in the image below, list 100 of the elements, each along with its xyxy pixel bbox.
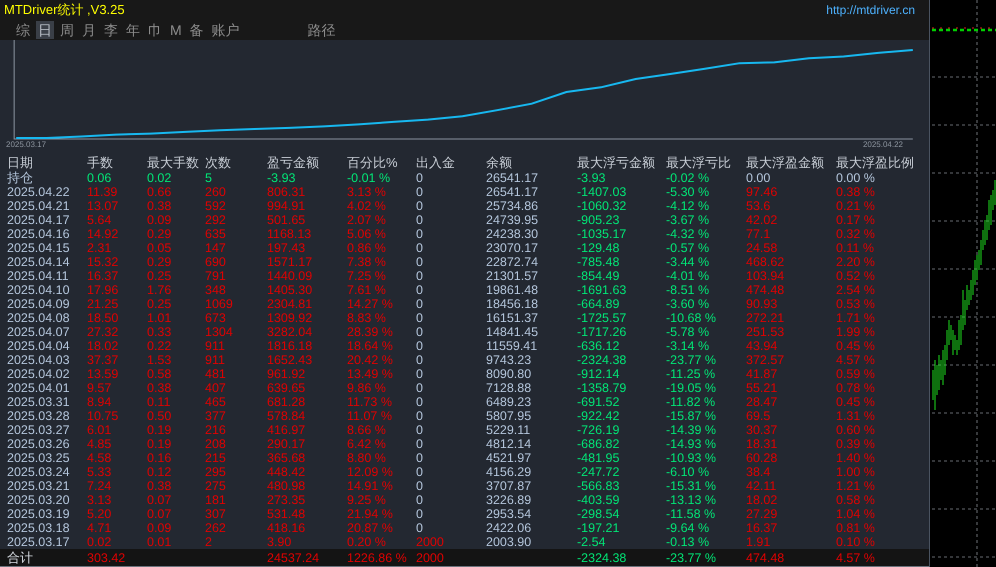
table-cell-text: 24238.30	[486, 227, 540, 241]
table-cell-text: 0	[416, 451, 424, 465]
table-cell-text: 77.1	[746, 227, 772, 241]
table-cell-text: 0	[416, 339, 424, 353]
website-link[interactable]: http://mtdriver.cn	[826, 3, 915, 17]
table-cell-text: 8.94	[87, 395, 112, 409]
table-cell-text: 14.92	[87, 227, 120, 241]
table-cell-text: 28.39 %	[347, 325, 394, 339]
tab[interactable]: 综	[14, 21, 32, 39]
table-cell-text: 0.07	[147, 493, 172, 507]
table-cell-text: 480.98	[267, 479, 306, 493]
column-header: 最大浮盈金额	[746, 154, 825, 170]
table-cell-text: -0.13 %	[666, 535, 710, 549]
table-cell-text: -3.44 %	[666, 255, 710, 269]
table-cell-text: 14.27 %	[347, 297, 394, 311]
table-cell-text: 578.84	[267, 409, 306, 423]
table-cell-text: 0.06	[87, 171, 112, 185]
table-cell-text: 0.02	[87, 535, 112, 549]
table-cell-text: 2025.03.25	[7, 451, 71, 465]
table-cell-text: 0	[416, 507, 424, 521]
table-cell-text: 7.38 %	[347, 255, 387, 269]
table-cell-text: 69.5	[746, 409, 772, 423]
table-cell-text: 0	[416, 325, 424, 339]
table-cell-text: 418.16	[267, 521, 306, 535]
table-cell-text: 18.31	[746, 437, 778, 451]
table-cell-text: -14.39 %	[666, 423, 718, 437]
table-cell-text: 690	[205, 255, 227, 269]
tab[interactable]: 李	[102, 21, 120, 39]
table-cell-text: 14.91 %	[347, 479, 394, 493]
table-cell-text: 407	[205, 381, 227, 395]
column-header: 最大浮盈比例	[836, 154, 915, 170]
tab[interactable]: 年	[124, 21, 142, 39]
tab[interactable]: 备	[188, 21, 206, 39]
table-cell-text: 806.31	[267, 185, 306, 199]
table-cell-text: -691.52	[577, 395, 620, 409]
table-cell-text: 2.54 %	[836, 283, 876, 297]
table-cell-text: 1571.17	[267, 255, 314, 269]
table-cell-text: 0.07	[147, 507, 172, 521]
table-cell-text: 0.58 %	[836, 493, 876, 507]
table-cell-text: 290.17	[267, 437, 306, 451]
table-cell-text: 531.48	[267, 507, 306, 521]
table-cell-text: 4.02 %	[347, 199, 387, 213]
tab[interactable]: 日	[36, 21, 54, 39]
table-cell-text: -1691.63	[577, 283, 628, 297]
table-cell-text: 0.38	[147, 479, 172, 493]
table-cell-text: 8.80 %	[347, 451, 387, 465]
table-cell-text: 2025.03.18	[7, 521, 71, 535]
table-cell-text: -2324.38	[577, 353, 628, 367]
table-cell-text: 474.48	[746, 283, 786, 297]
table-cell-text: -922.42	[577, 409, 620, 423]
table-cell-text: 273.35	[267, 493, 306, 507]
table-cell-text: 2025.03.19	[7, 507, 71, 521]
table-cell-text: 365.68	[267, 451, 306, 465]
table-cell-text: -23.77 %	[666, 353, 718, 367]
table-cell-text: 16151.37	[486, 311, 540, 325]
table-cell-text: 2025.03.26	[7, 437, 71, 451]
table-cell-text: 24537.24	[267, 550, 320, 564]
table-cell-text: 1309.92	[267, 311, 314, 325]
tab[interactable]: 巾	[146, 21, 164, 39]
table-cell-text: -0.01 %	[347, 171, 392, 185]
table-cell-text: 0	[416, 311, 424, 325]
table-cell-text: 19861.48	[486, 283, 540, 297]
table-cell-text: 97.46	[746, 185, 778, 199]
table-cell-text: 0	[416, 269, 424, 283]
tab[interactable]: 月	[80, 21, 98, 39]
table-cell-text: 18.02	[87, 339, 120, 353]
table-cell-text: -11.25 %	[666, 367, 716, 381]
table-cell-text: 0.66	[147, 185, 172, 199]
column-header: 日期	[7, 154, 34, 170]
table-cell-text: -129.48	[577, 241, 620, 255]
tab[interactable]: 账户	[210, 21, 242, 39]
tab[interactable]: 路径	[306, 21, 338, 39]
table-cell-text: 2025.03.17	[7, 535, 71, 549]
table-cell-text: 13.59	[87, 367, 120, 381]
table-cell-text: 3.13 %	[347, 185, 387, 199]
table-cell-text: 12.09 %	[347, 465, 394, 479]
table-cell-text: 295	[205, 465, 227, 479]
table-cell-text: 103.94	[746, 269, 786, 283]
table-cell-text: -4.12 %	[666, 199, 710, 213]
tab[interactable]: 周	[58, 21, 76, 39]
table-cell-text: 2003.90	[486, 535, 532, 549]
table-cell-text: 0.12	[147, 465, 172, 479]
table-cell-text: 7.25 %	[347, 269, 387, 283]
table-cell-text: 3707.87	[486, 479, 532, 493]
table-cell-text: 5.64	[87, 213, 112, 227]
table-cell-text: 215	[205, 451, 227, 465]
table-cell-text: 7.61 %	[347, 283, 387, 297]
table-cell-text: 6.01	[87, 423, 112, 437]
table-cell-text: 5.20	[87, 507, 112, 521]
table-cell-text: 2025.04.22	[7, 185, 71, 199]
table-cell-text: -664.89	[577, 297, 620, 311]
table-cell-text: 0.58	[147, 367, 172, 381]
table-cell-text: 0.38	[147, 199, 172, 213]
table-cell-text: 1405.30	[267, 283, 314, 297]
table-cell-text: -247.72	[577, 465, 620, 479]
table-cell-text: 216	[205, 423, 227, 437]
table-cell-text: 13.07	[87, 199, 120, 213]
tab[interactable]: M	[168, 21, 184, 39]
table-cell-text: -15.87 %	[666, 409, 718, 423]
table-cell-text: 0.20 %	[347, 535, 387, 549]
